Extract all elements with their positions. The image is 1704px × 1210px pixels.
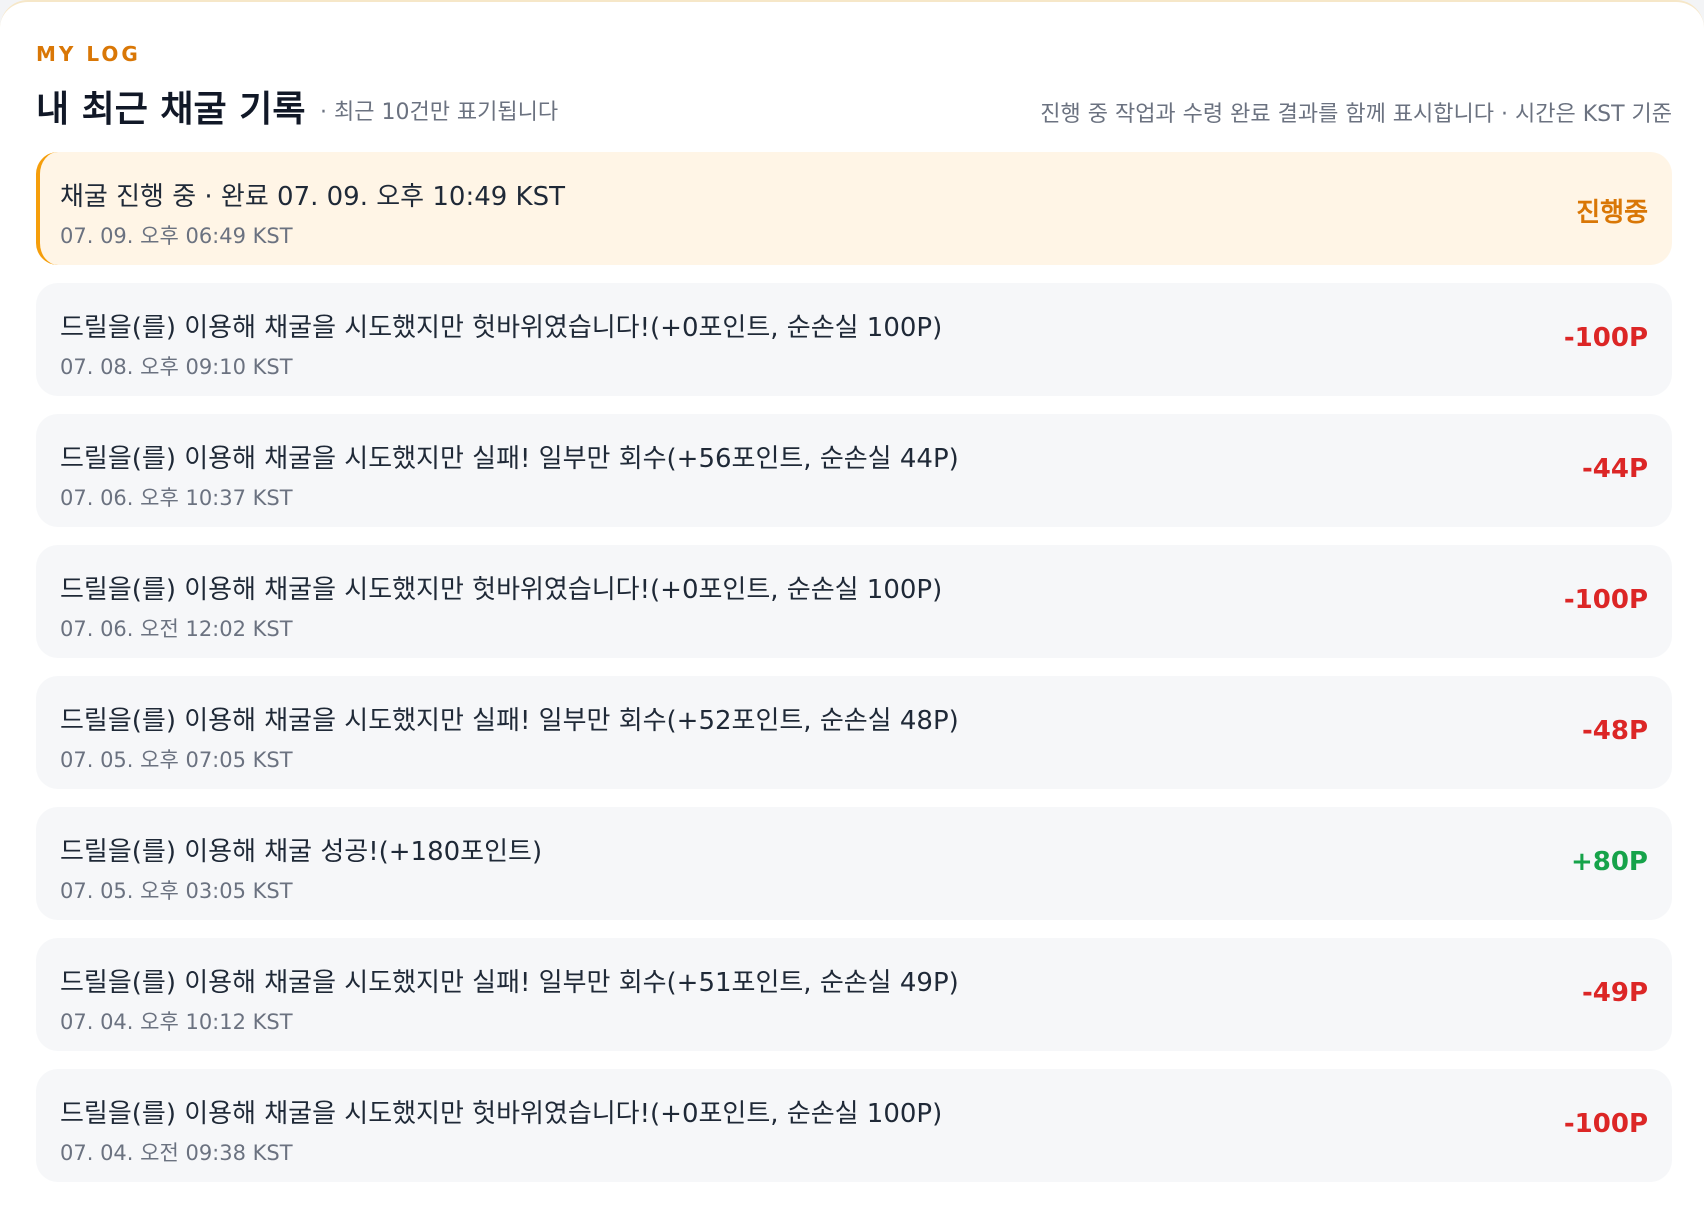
log-row-title: 드릴을(를) 이용해 채굴을 시도했지만 헛바위였습니다!(+0포인트, 순손실… <box>60 1099 943 1129</box>
log-row-title: 드릴을(를) 이용해 채굴을 시도했지만 헛바위였습니다!(+0포인트, 순손실… <box>60 575 943 605</box>
log-row-time: 07. 04. 오후 10:12 KST <box>60 1010 293 1034</box>
log-row-title: 드릴을(를) 이용해 채굴을 시도했지만 실패! 일부만 회수(+51포인트, … <box>60 968 959 998</box>
header-note: 진행 중 작업과 수령 완료 결과를 함께 표시합니다 · 시간은 KST 기준 <box>1040 102 1672 127</box>
log-row-time: 07. 06. 오후 10:37 KST <box>60 486 293 510</box>
log-row-title: 드릴을(를) 이용해 채굴을 시도했지만 실패! 일부만 회수(+52포인트, … <box>60 706 959 736</box>
log-row: 드릴을(를) 이용해 채굴을 시도했지만 실패! 일부만 회수(+51포인트, … <box>36 938 1672 1051</box>
log-row-time: 07. 05. 오후 07:05 KST <box>60 748 293 772</box>
log-row-status: 진행중 <box>1576 198 1648 228</box>
log-row: 드릴을(를) 이용해 채굴을 시도했지만 헛바위였습니다!(+0포인트, 순손실… <box>36 545 1672 658</box>
log-row-pending: 채굴 진행 중 · 완료 07. 09. 오후 10:49 KST 07. 09… <box>36 152 1672 265</box>
log-row-amount: -49P <box>1581 978 1648 1008</box>
log-list: 채굴 진행 중 · 완료 07. 09. 오후 10:49 KST 07. 09… <box>36 152 1672 1200</box>
mining-log-card: MY LOG 내 최근 채굴 기록 · 최근 10건만 표기됩니다 진행 중 작… <box>0 0 1704 1210</box>
log-row: 드릴을(를) 이용해 채굴을 시도했지만 실패! 일부만 회수(+56포인트, … <box>36 414 1672 527</box>
title-row: 내 최근 채굴 기록 · 최근 10건만 표기됩니다 진행 중 작업과 수령 완… <box>36 80 1672 130</box>
log-row-time: 07. 05. 오후 03:05 KST <box>60 879 293 903</box>
log-row-time: 07. 09. 오후 06:49 KST <box>60 224 293 248</box>
log-row-title: 드릴을(를) 이용해 채굴 성공!(+180포인트) <box>60 837 543 867</box>
log-row: 드릴을(를) 이용해 채굴을 시도했지만 헛바위였습니다!(+0포인트, 순손실… <box>36 283 1672 396</box>
log-row-amount: -100P <box>1563 1109 1648 1139</box>
log-row-amount: -100P <box>1563 585 1648 615</box>
log-row-amount: -48P <box>1581 716 1648 746</box>
page-title: 내 최근 채굴 기록 <box>36 89 306 130</box>
page-subtitle: · 최근 10건만 표기됩니다 <box>320 100 559 125</box>
log-row-time: 07. 08. 오후 09:10 KST <box>60 355 293 379</box>
log-row-amount: +80P <box>1570 847 1648 877</box>
log-row: 드릴을(를) 이용해 채굴을 시도했지만 실패! 일부만 회수(+52포인트, … <box>36 676 1672 789</box>
log-row-time: 07. 06. 오전 12:02 KST <box>60 617 293 641</box>
log-row-title: 드릴을(를) 이용해 채굴을 시도했지만 헛바위였습니다!(+0포인트, 순손실… <box>60 313 943 343</box>
log-row: 드릴을(를) 이용해 채굴을 시도했지만 헛바위였습니다!(+0포인트, 순손실… <box>36 1069 1672 1182</box>
section-eyebrow: MY LOG <box>36 42 141 66</box>
log-row: 드릴을(를) 이용해 채굴 성공!(+180포인트) 07. 05. 오후 03… <box>36 807 1672 920</box>
log-row-title: 채굴 진행 중 · 완료 07. 09. 오후 10:49 KST <box>60 182 565 212</box>
log-row-time: 07. 04. 오전 09:38 KST <box>60 1141 293 1165</box>
log-row-amount: -100P <box>1563 323 1648 353</box>
log-row-title: 드릴을(를) 이용해 채굴을 시도했지만 실패! 일부만 회수(+56포인트, … <box>60 444 959 474</box>
log-row-amount: -44P <box>1581 454 1648 484</box>
